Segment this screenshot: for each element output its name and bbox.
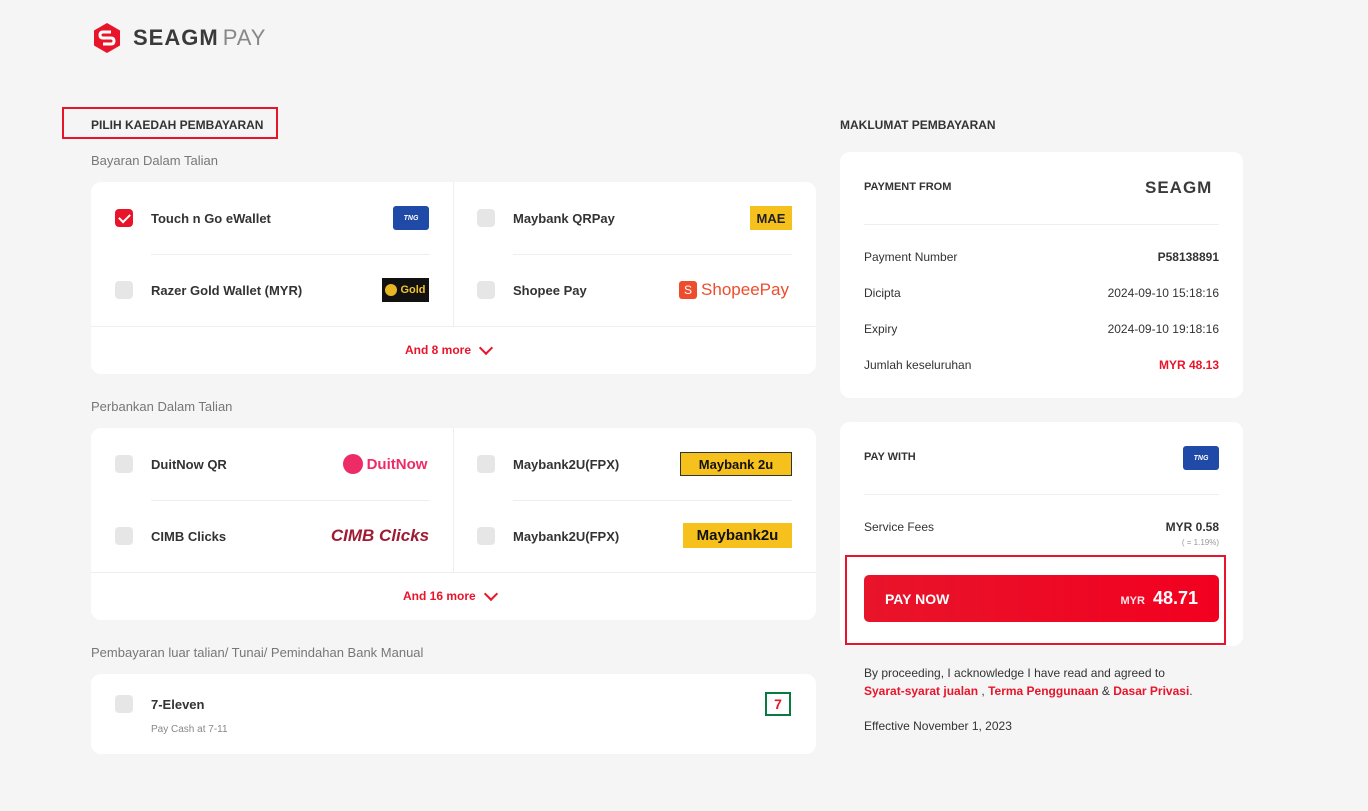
- card-divider: [91, 572, 816, 573]
- option-maybank-qrpay[interactable]: Maybank QRPay: [477, 209, 615, 227]
- checkbox[interactable]: [115, 281, 133, 299]
- terms-text: By proceeding, I acknowledge I have read…: [864, 664, 1224, 700]
- value: MYR 0.58: [1165, 520, 1219, 534]
- shopeepay-logo: S ShopeePay: [676, 278, 792, 302]
- amount: 48.71: [1152, 588, 1198, 608]
- row-service-fees: Service Fees MYR 0.58: [864, 520, 1219, 534]
- pay-now-label: PAY NOW: [885, 590, 950, 607]
- row-total: Jumlah keseluruhan MYR 48.13: [864, 358, 1219, 372]
- razer-gold-logo: Gold: [382, 278, 429, 302]
- maybank-2u-logo: Maybank 2u: [680, 452, 792, 476]
- row-divider: [151, 254, 430, 255]
- show-more-online[interactable]: And 8 more: [405, 340, 494, 357]
- option-label: Maybank QRPay: [513, 210, 615, 226]
- option-maybank2u-fpx-2[interactable]: Maybank2U(FPX): [477, 527, 619, 545]
- seagm-merchant-logo: SEAGM: [1145, 178, 1213, 197]
- option-duitnow-qr[interactable]: DuitNow QR: [115, 455, 227, 473]
- chevron-down-icon: [483, 586, 498, 601]
- seagm-logo-icon: [94, 23, 120, 53]
- brand-logo[interactable]: SEAGM PAY: [91, 22, 266, 54]
- checkbox-checked[interactable]: [115, 209, 133, 227]
- checkbox[interactable]: [477, 527, 495, 545]
- option-cimb-clicks[interactable]: CIMB Clicks: [115, 527, 226, 545]
- checkbox[interactable]: [477, 209, 495, 227]
- offline-payment-card: [91, 674, 816, 754]
- fee-percentage: ( = 1.19%): [1181, 538, 1219, 547]
- checkbox[interactable]: [115, 455, 133, 473]
- pay-now-button[interactable]: PAY NOW MYR 48.71: [864, 575, 1219, 622]
- card-divider: [91, 326, 816, 327]
- checkbox[interactable]: [477, 281, 495, 299]
- row-expiry: Expiry 2024-09-10 19:18:16: [864, 322, 1219, 336]
- column-divider: [453, 428, 454, 572]
- label: Service Fees: [864, 520, 935, 534]
- card-divider: [864, 224, 1219, 225]
- value: 2024-09-10 19:18:16: [1107, 322, 1219, 336]
- option-label: 7-Eleven: [151, 696, 205, 712]
- card-divider: [864, 494, 1219, 495]
- row-divider: [151, 500, 430, 501]
- duitnow-icon: [342, 454, 363, 474]
- group-subtitle-online: Bayaran Dalam Talian: [91, 153, 218, 168]
- gold-coin-icon: [385, 284, 398, 296]
- maybank2u-logo: Maybank2u: [683, 523, 792, 548]
- currency: MYR: [1120, 595, 1145, 607]
- column-divider: [453, 182, 454, 326]
- tng-logo: TNG: [393, 206, 429, 230]
- row-divider: [513, 254, 792, 255]
- label: Dicipta: [864, 286, 901, 300]
- group-subtitle-banking: Perbankan Dalam Talian: [91, 399, 233, 414]
- cimb-clicks-logo: CIMB Clicks: [330, 526, 430, 545]
- option-label: Touch n Go eWallet: [151, 210, 271, 226]
- option-label: CIMB Clicks: [151, 528, 227, 544]
- checkbox[interactable]: [115, 527, 133, 545]
- chevron-down-icon: [478, 340, 494, 355]
- period: .: [1189, 684, 1193, 698]
- brand-name: SEAGM PAY: [133, 25, 267, 50]
- mae-logo: MAE: [750, 206, 792, 230]
- terms-prefix: By proceeding, I acknowledge I have read…: [864, 666, 1165, 680]
- row-payment-number: Payment Number P58138891: [864, 250, 1219, 264]
- checkbox[interactable]: [477, 455, 495, 473]
- row-created: Dicipta 2024-09-10 15:18:16: [864, 286, 1219, 300]
- value: P58138891: [1157, 250, 1219, 264]
- option-label: Maybank2U(FPX): [513, 456, 620, 472]
- option-razer-gold[interactable]: Razer Gold Wallet (MYR): [115, 281, 302, 299]
- payment-from-heading: PAYMENT FROM: [864, 181, 952, 193]
- checkbox[interactable]: [115, 695, 133, 713]
- pay-with-heading: PAY WITH: [864, 451, 916, 463]
- terms-of-sale-link[interactable]: Syarat-syarat jualan: [864, 684, 978, 698]
- separator: &: [1098, 684, 1114, 698]
- option-label: Shopee Pay: [513, 282, 587, 298]
- option-7-eleven[interactable]: 7-Eleven: [115, 695, 204, 713]
- option-label: DuitNow QR: [151, 456, 227, 472]
- duitnow-logo: DuitNow: [340, 452, 430, 476]
- payment-method-title: PILIH KAEDAH PEMBAYARAN: [91, 118, 264, 132]
- option-maybank2u-fpx-1[interactable]: Maybank2U(FPX): [477, 455, 619, 473]
- value: MYR 48.13: [1158, 358, 1219, 372]
- row-divider: [513, 500, 792, 501]
- seven-eleven-logo: 7: [765, 692, 791, 716]
- group-subtitle-offline: Pembayaran luar talian/ Tunai/ Pemindaha…: [91, 645, 424, 660]
- show-more-banking[interactable]: And 16 more: [403, 586, 498, 603]
- payment-info-title: MAKLUMAT PEMBAYARAN: [840, 118, 996, 132]
- label: Payment Number: [864, 250, 958, 264]
- value: 2024-09-10 15:18:16: [1107, 286, 1219, 300]
- effective-date: Effective November 1, 2023: [864, 719, 1012, 733]
- tng-logo: TNG: [1183, 446, 1219, 470]
- option-label: Maybank2U(FPX): [513, 528, 620, 544]
- label: Expiry: [864, 322, 898, 336]
- terms-of-use-link[interactable]: Terma Penggunaan: [988, 684, 1098, 698]
- separator: ,: [978, 684, 989, 698]
- privacy-policy-link[interactable]: Dasar Privasi: [1113, 684, 1189, 698]
- label: Jumlah keseluruhan: [864, 358, 972, 372]
- option-description: Pay Cash at 7-11: [151, 724, 228, 735]
- option-shopee-pay[interactable]: Shopee Pay: [477, 281, 587, 299]
- shopee-bag-icon: S: [679, 281, 698, 299]
- option-touch-n-go[interactable]: Touch n Go eWallet: [115, 209, 271, 227]
- option-label: Razer Gold Wallet (MYR): [151, 282, 303, 298]
